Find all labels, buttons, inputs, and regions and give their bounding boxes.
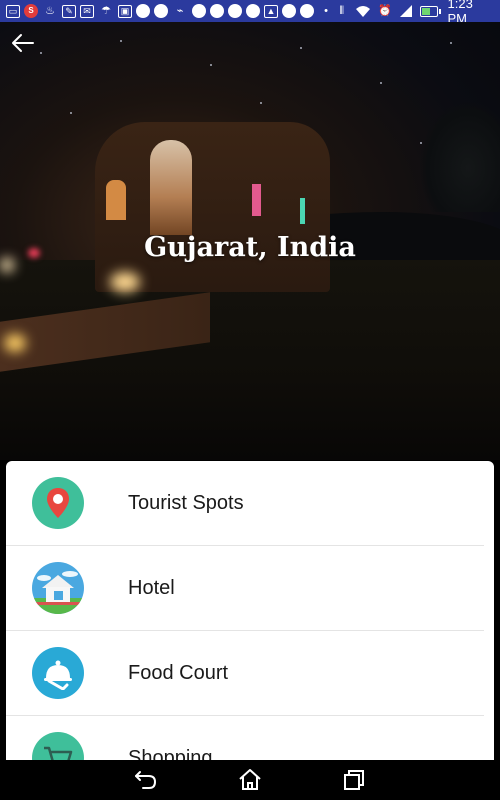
battery-icon [420,5,441,17]
hero-wagon-image [95,122,330,292]
notification-dot-icon [192,4,206,18]
alarm-icon: ⏰ [378,4,392,17]
status-bar: ▭ S ♨ ✎ ✉ ☂ ▣ ⌁ ▲ • ⦀ ⏰ 1:23 PM [0,0,500,26]
food-cloche-icon [32,647,84,699]
map-pin-icon [32,477,84,529]
notification-dot-icon [282,4,296,18]
notification-dot-icon [154,4,168,18]
notification-dot-icon [228,4,242,18]
notification-dot-icon [210,4,224,18]
nav-home-icon [239,769,261,790]
list-item-food-court[interactable]: Food Court [6,631,484,716]
page-title: Gujarat, India [144,232,356,263]
back-arrow-icon [12,34,34,52]
cleaner-icon: ⌁ [176,4,184,17]
wifi-icon [355,4,371,19]
system-navigation-bar [0,760,500,800]
vibrate-icon: ⦀ [339,4,345,17]
notification-dot-icon [246,4,260,18]
nav-recents-icon [344,770,364,790]
list-item-label: Tourist Spots [128,491,244,514]
image-box-icon: ▣ [118,4,132,18]
umbrella-icon: ☂ [101,4,111,17]
signal-icon [399,4,414,19]
app-box-icon: ▭ [6,4,20,18]
nav-recents-button[interactable] [338,766,370,794]
nav-back-icon [135,771,157,789]
nav-home-button[interactable] [234,766,266,794]
flame-icon: ♨ [45,4,55,17]
nav-back-button[interactable] [130,766,162,794]
list-item-tourist-spots[interactable]: Tourist Spots [6,461,484,546]
back-button[interactable] [8,30,38,56]
notification-dot-icon [300,4,314,18]
photo-box-icon: ▲ [264,4,278,18]
hero-banner: Gujarat, India [0,22,500,460]
list-item-hotel[interactable]: Hotel [6,546,484,631]
notification-icons: ▭ S ♨ ✎ ✉ ☂ ▣ ⌁ ▲ • [6,4,334,19]
more-notifications-icon: • [324,4,328,17]
category-list: Tourist Spots Hotel Food Court Shopping [6,461,494,800]
list-item-label: Hotel [128,576,175,599]
notification-red-icon: S [24,4,38,18]
list-item-label: Food Court [128,661,229,684]
hotel-house-icon [32,562,84,614]
edit-box-icon: ✎ [62,4,76,18]
gallery-box-icon: ✉ [80,4,94,18]
notification-dot-icon [136,4,150,18]
